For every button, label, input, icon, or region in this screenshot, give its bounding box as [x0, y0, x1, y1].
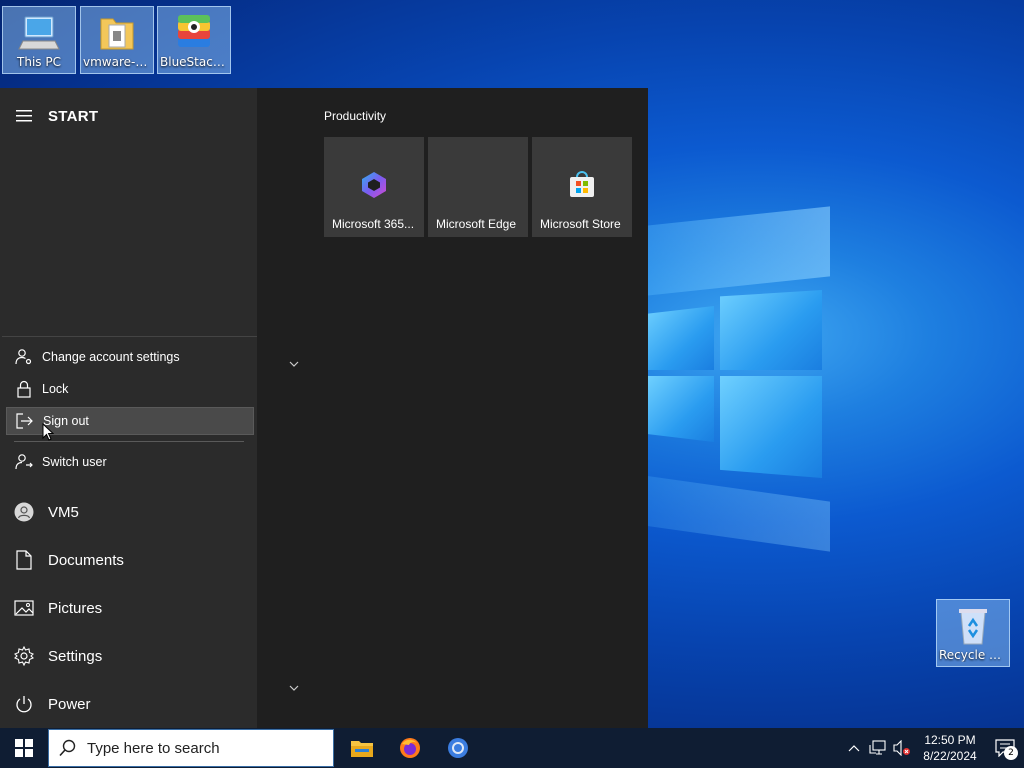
- start-power[interactable]: Power: [0, 680, 257, 728]
- chevron-down-icon[interactable]: [284, 354, 304, 374]
- switch-user-icon: [6, 453, 42, 471]
- account-flyout: Change account settings Lock Sign out Sw: [2, 336, 257, 484]
- computer-icon: [17, 11, 61, 55]
- mouse-cursor-icon: [42, 422, 55, 441]
- start-pictures[interactable]: Pictures: [0, 584, 257, 632]
- start-button[interactable]: [0, 728, 48, 768]
- start-left-rail: START Change account settings Lock Sign …: [0, 88, 257, 728]
- change-account-settings-item[interactable]: Change account settings: [6, 343, 254, 371]
- pictures-icon: [0, 600, 48, 616]
- taskbar: 12:50 PM 8/22/2024 2: [0, 728, 1024, 768]
- account-settings-icon: [6, 348, 42, 366]
- windows-logo-icon: [15, 739, 33, 757]
- account-menu-separator: [14, 441, 244, 442]
- start-title: START: [48, 107, 99, 125]
- user-avatar-icon: [0, 502, 48, 522]
- document-icon: [0, 550, 48, 570]
- hamburger-menu-icon[interactable]: [0, 88, 48, 144]
- bluestacks-icon: [172, 11, 216, 55]
- tile-microsoft-edge[interactable]: Microsoft Edge: [428, 137, 528, 237]
- taskbar-file-explorer[interactable]: [338, 728, 386, 768]
- firefox-icon: [400, 738, 420, 758]
- desktop-icon-bluestacks[interactable]: BlueStacks1...: [157, 6, 231, 74]
- taskbar-search-box[interactable]: [48, 729, 334, 767]
- power-icon: [0, 695, 48, 713]
- file-explorer-icon: [351, 741, 373, 757]
- sign-out-icon: [7, 413, 43, 429]
- taskbar-firefox[interactable]: [386, 728, 434, 768]
- folder-icon: [95, 11, 139, 55]
- microsoft-365-icon: [358, 169, 390, 201]
- switch-user-item[interactable]: Switch user: [6, 448, 254, 476]
- action-center-button[interactable]: 2: [986, 728, 1024, 768]
- start-menu: START Change account settings Lock Sign …: [0, 88, 648, 728]
- chevron-down-icon[interactable]: [284, 678, 304, 698]
- search-icon: [49, 739, 87, 757]
- tile-microsoft-365[interactable]: Microsoft 365...: [324, 137, 424, 237]
- desktop-icon-vmware[interactable]: vmware-pl...: [80, 6, 154, 74]
- taskbar-chrome[interactable]: [434, 728, 482, 768]
- chrome-icon: [448, 738, 468, 758]
- taskbar-clock[interactable]: 12:50 PM 8/22/2024: [914, 732, 986, 764]
- clock-time: 12:50 PM: [924, 733, 976, 747]
- windows-logo-wallpaper: [648, 288, 824, 480]
- search-input[interactable]: [87, 739, 317, 757]
- start-documents[interactable]: Documents: [0, 536, 257, 584]
- clock-date: 8/22/2024: [923, 749, 977, 763]
- tile-group-title: Productivity: [324, 109, 387, 123]
- start-settings[interactable]: Settings: [0, 632, 257, 680]
- network-icon[interactable]: [866, 728, 890, 768]
- desktop-icon-this-pc[interactable]: This PC: [2, 6, 76, 74]
- start-header: START: [0, 88, 257, 144]
- tile-microsoft-store[interactable]: Microsoft Store: [532, 137, 632, 237]
- volume-muted-icon[interactable]: [890, 728, 914, 768]
- chevron-up-icon[interactable]: [842, 728, 866, 768]
- notification-badge: 2: [1004, 746, 1018, 760]
- lock-item[interactable]: Lock: [6, 375, 254, 403]
- start-user-vm5[interactable]: VM5: [0, 488, 257, 536]
- recycle-bin-icon: [951, 604, 995, 648]
- store-icon: [566, 169, 598, 201]
- lock-icon: [6, 380, 42, 398]
- desktop-icon-recycle-bin[interactable]: Recycle Bin: [936, 599, 1010, 667]
- gear-icon: [0, 646, 48, 666]
- system-tray: 12:50 PM 8/22/2024 2: [842, 728, 1024, 768]
